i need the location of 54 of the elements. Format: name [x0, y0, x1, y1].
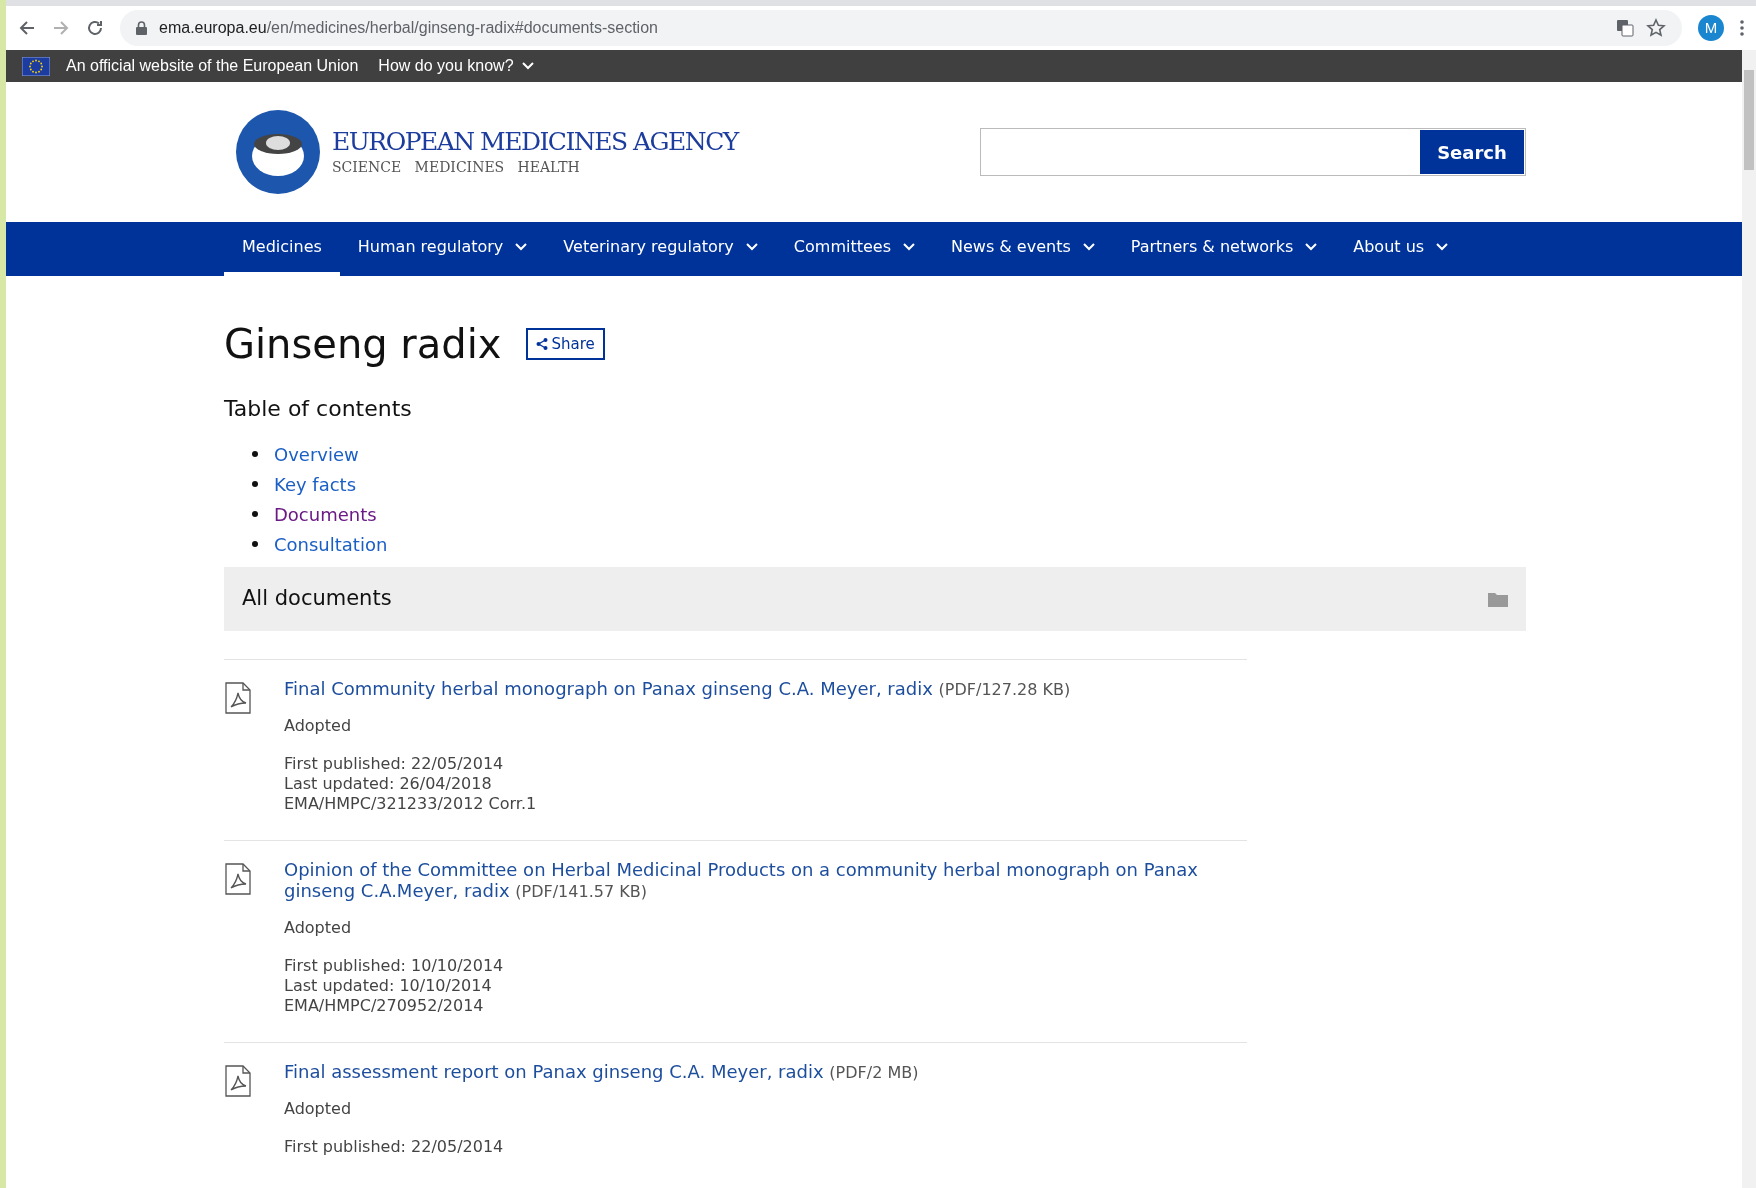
nav-tab[interactable]: News & events — [933, 222, 1113, 276]
document-meta: Last updated: 26/04/2018 — [284, 774, 493, 794]
document-link[interactable]: Final assessment report on Panax ginseng C.A. Meyer, radix (PDF/2 MB) — [284, 1061, 919, 1083]
page-title: Ginseng radix — [224, 320, 502, 369]
folder-icon — [1488, 591, 1508, 607]
nav-tab[interactable]: Human regulatory — [339, 222, 546, 276]
lock-icon — [136, 21, 147, 35]
pdf-file-icon — [224, 863, 252, 895]
search-field[interactable]: Search — [980, 128, 1526, 176]
document-status: Adopted — [284, 1098, 353, 1120]
pdf-file-icon — [224, 1065, 252, 1097]
bullet-icon — [252, 451, 258, 457]
nav-tab[interactable]: Veterinary regulatory — [545, 222, 776, 276]
document-meta: First published: 22/05/2014 — [284, 1137, 505, 1157]
section-title: All documents — [242, 585, 392, 613]
toc-heading: Table of contents — [224, 395, 413, 423]
nav-tab[interactable]: Medicines — [224, 222, 340, 276]
toc-link[interactable]: Overview — [274, 440, 359, 468]
document-link[interactable]: Final Community herbal monograph on Panax ginseng C.A. Meyer, radix (PDF/127.28 KB) — [284, 678, 1071, 700]
eu-flag-icon — [22, 56, 50, 76]
document-meta: EMA/HMPC/270952/2014 — [284, 996, 485, 1016]
document-status: Adopted — [284, 715, 353, 737]
bullet-icon — [252, 511, 258, 517]
star-icon[interactable] — [1646, 18, 1666, 38]
ema-logo-icon — [236, 110, 320, 194]
logo-tagline: SCIENCE MEDICINES HEALTH — [332, 158, 581, 178]
document-meta: Last updated: 10/10/2014 — [284, 976, 493, 996]
how-do-you-know-link[interactable]: How do you know? — [378, 54, 534, 78]
logo-title: EUROPEAN MEDICINES AGENCY — [332, 125, 738, 158]
toc-link[interactable]: Documents — [274, 500, 377, 528]
profile-avatar[interactable]: M — [1698, 15, 1724, 41]
document-meta: EMA/HMPC/321233/2012 Corr.1 — [284, 794, 538, 814]
document-meta: First published: 10/10/2014 — [284, 956, 505, 976]
pdf-file-icon — [224, 682, 252, 714]
eu-banner-text: An official website of the European Union — [66, 56, 359, 76]
document-meta: First published: 22/05/2014 — [284, 754, 505, 774]
chevron-down-icon — [521, 62, 534, 70]
document-status: Adopted — [284, 917, 353, 939]
reload-icon[interactable] — [86, 19, 104, 37]
back-arrow-icon[interactable] — [18, 19, 36, 37]
nav-tab[interactable]: Partners & networks — [1112, 222, 1336, 276]
nav-tab[interactable]: About us — [1335, 222, 1467, 276]
toc-link[interactable]: Consultation — [274, 530, 388, 558]
document-link[interactable]: Opinion of the Committee on Herbal Medicinal Products on a community herbal monograph on Panax ginseng C.A.Meyer, radix (PDF/141.57 KB) — [284, 859, 1247, 902]
nav-tab[interactable]: Committees — [775, 222, 933, 276]
share-button[interactable]: Share — [525, 328, 605, 360]
toc-link[interactable]: Key facts — [274, 470, 357, 498]
more-menu-icon[interactable] — [1740, 20, 1744, 36]
address-bar[interactable]: ema.europa.eu/en/medicines/herbal/ginseng-radix#documents-section — [120, 10, 1682, 46]
search-button[interactable]: Search — [1420, 130, 1524, 174]
share-icon — [535, 338, 548, 350]
url-text: ema.europa.eu/en/medicines/herbal/ginseng-radix#documents-section — [159, 18, 658, 38]
bullet-icon — [252, 541, 258, 547]
bullet-icon — [252, 481, 258, 487]
